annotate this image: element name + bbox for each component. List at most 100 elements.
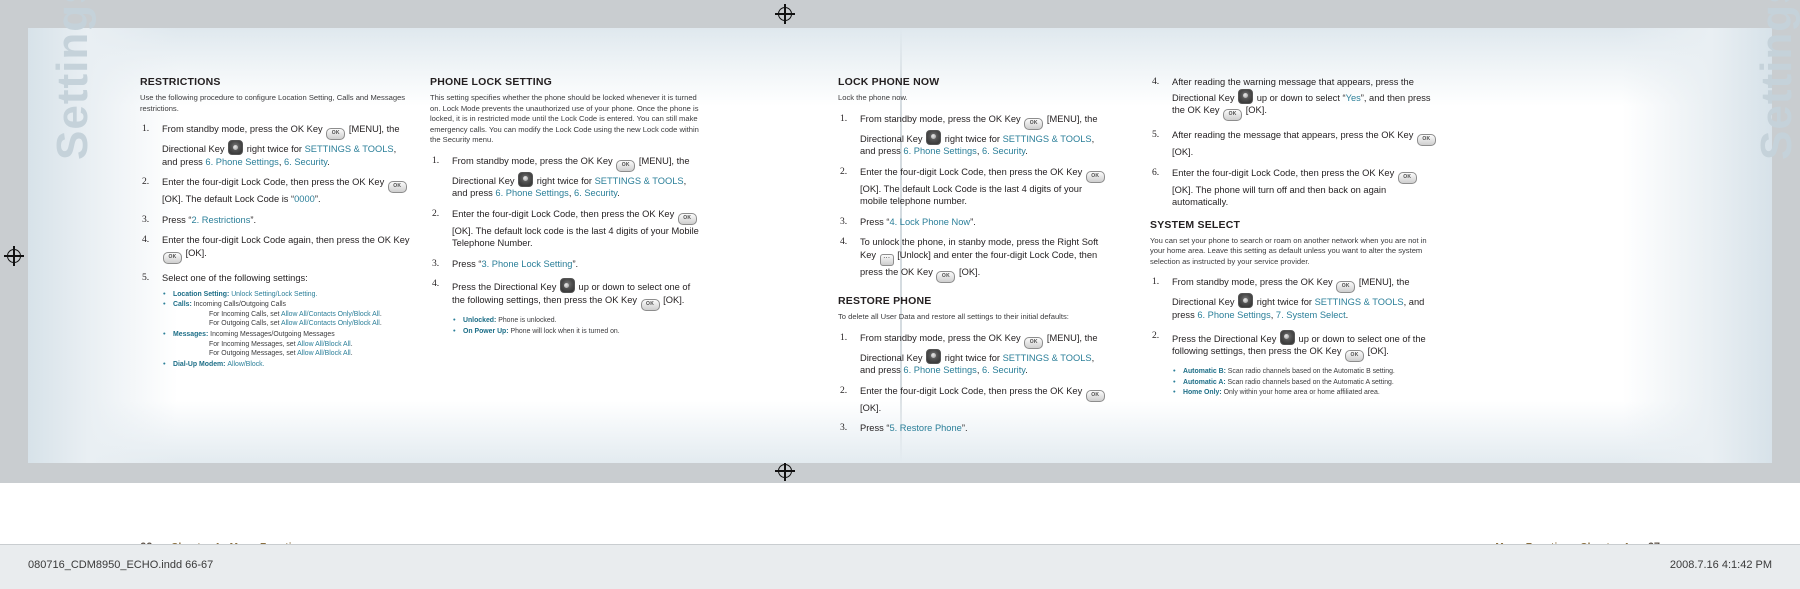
directional-key-icon bbox=[1238, 293, 1254, 309]
ok-key-icon: OK bbox=[1416, 134, 1436, 147]
sub-option-item: Unlocked: Phone is unlocked. bbox=[452, 315, 702, 326]
ok-key-icon: OK bbox=[387, 181, 407, 194]
sub-option-item: Location Setting: Unlock Setting/Lock Se… bbox=[162, 289, 412, 300]
slug-timestamp: 2008.7.16 4:1:42 PM bbox=[1669, 559, 1772, 571]
step-item: Press “5. Restore Phone”. bbox=[840, 422, 968, 434]
crop-bar-bottom bbox=[0, 463, 1800, 483]
heading-restrictions: RESTRICTIONS bbox=[140, 76, 221, 88]
sub-option-label: Location Setting: bbox=[173, 290, 232, 298]
directional-key-icon bbox=[1279, 329, 1295, 345]
step-item: From standby mode, press the OK Key OK [… bbox=[840, 113, 1098, 157]
step-item: 4. After reading the warning message that… bbox=[1150, 76, 1440, 122]
sub-option-value: Phone is unlocked. bbox=[498, 317, 557, 325]
heading-phone-lock-setting: PHONE LOCK SETTING bbox=[430, 76, 553, 88]
registration-mark-bottom bbox=[775, 461, 795, 481]
sub-option-value: Allow/Block. bbox=[227, 360, 265, 368]
inline-menu-path: 7. System Select bbox=[1275, 310, 1346, 321]
steps-phone-lock-setting: From standby mode, press the OK Key OK [… bbox=[430, 155, 702, 337]
sub-option-item: Messages: Incoming Messages/Outgoing Mes… bbox=[162, 329, 412, 359]
directional-key-icon bbox=[559, 278, 575, 294]
step-item: Press “2. Restrictions”. bbox=[142, 214, 257, 226]
inline-menu-path: 6. Phone Settings bbox=[205, 156, 279, 167]
page-spread: Settings Settings RESTRICTIONS Use the f… bbox=[0, 0, 1800, 589]
step-item: Enter the four-digit Lock Code, then pre… bbox=[838, 166, 1110, 208]
watermark-settings-left: Settings bbox=[48, 0, 97, 160]
step-number: 4. bbox=[1152, 76, 1160, 87]
step-item: Enter the four-digit Lock Code again, th… bbox=[140, 234, 412, 264]
sub-option-detail-values: Allow All/Block All bbox=[297, 340, 351, 348]
directional-key-icon bbox=[926, 129, 942, 145]
registration-mark-top bbox=[775, 4, 795, 24]
directional-key-icon bbox=[228, 140, 244, 155]
step-number: 6. bbox=[1152, 166, 1160, 178]
sub-option-label: Messages: bbox=[173, 330, 211, 338]
step-number: 5. bbox=[1152, 129, 1160, 141]
heading-lock-phone-now: LOCK PHONE NOW bbox=[838, 76, 940, 88]
ok-key-icon: OK bbox=[1336, 281, 1356, 294]
inline-menu-option: 3. Phone Lock Setting bbox=[481, 258, 573, 269]
inline-menu-path: SETTINGS & TOOLS bbox=[1002, 133, 1092, 144]
heading-restore-phone: RESTORE PHONE bbox=[838, 295, 932, 308]
step-item: From standby mode, press the OK Key OK [… bbox=[840, 332, 1098, 376]
directional-key-icon bbox=[926, 348, 942, 364]
sub-option-detail: For Outgoing Messages, set Allow All/Blo… bbox=[209, 350, 353, 358]
step-item: From standby mode, press the OK Key OK [… bbox=[142, 123, 400, 167]
sub-option-detail: For Outgoing Calls, set Allow All/Contac… bbox=[209, 320, 382, 328]
column-phone-lock-setting: PHONE LOCK SETTING This setting specifie… bbox=[430, 76, 702, 344]
ok-key-icon: OK bbox=[1085, 170, 1105, 183]
sub-option-item: Dial-Up Modem: Allow/Block. bbox=[162, 359, 412, 370]
steps-restore-phone-continued: 4. After reading the warning message that… bbox=[1150, 76, 1440, 209]
inline-menu-path: 6. Security bbox=[982, 365, 1026, 376]
column-restrictions: RESTRICTIONS Use the following procedure… bbox=[140, 76, 412, 377]
sub-option-value: Unlock Setting/Lock Setting. bbox=[231, 290, 318, 298]
inline-menu-path: 6. Phone Settings bbox=[495, 188, 569, 199]
sub-option-detail-values: Allow All/Block All bbox=[297, 350, 351, 358]
step-item: Press the Directional Key up or down to … bbox=[1150, 329, 1440, 398]
right-soft-key-icon: ⋯ bbox=[879, 254, 894, 267]
inline-menu-path: SETTINGS & TOOLS bbox=[1314, 297, 1404, 308]
decor-band-right bbox=[1622, 28, 1772, 463]
ok-key-icon: OK bbox=[1024, 117, 1044, 130]
ok-key-icon: OK bbox=[1024, 336, 1044, 349]
sub-option-label: Unlocked: bbox=[463, 317, 499, 325]
sub-option-detail: For Incoming Calls, set Allow All/Contac… bbox=[209, 310, 382, 318]
ok-key-icon: OK bbox=[163, 251, 182, 264]
crop-bar-top bbox=[0, 0, 1800, 28]
inline-menu-option: 0000 bbox=[294, 194, 315, 205]
directional-key-icon bbox=[518, 171, 534, 187]
sub-option-list: Location Setting: Unlock Setting/Lock Se… bbox=[162, 289, 412, 370]
watermark-settings-right: Settings bbox=[1752, 0, 1800, 160]
ok-key-icon: OK bbox=[640, 299, 660, 312]
step-item: Enter the four-digit Lock Code, then pre… bbox=[838, 385, 1110, 415]
directional-key-icon bbox=[1238, 88, 1254, 104]
sub-option-value: Incoming Messages/Outgoing Messages bbox=[210, 330, 335, 338]
inline-menu-path: 6. Security bbox=[982, 146, 1026, 157]
sub-option-value: Phone will lock when it is turned on. bbox=[510, 327, 620, 335]
sub-option-value: Scan radio channels based on the Automat… bbox=[1227, 368, 1395, 376]
sub-option-label: Calls: bbox=[173, 301, 194, 309]
step-item: Press “3. Phone Lock Setting”. bbox=[432, 258, 579, 270]
sub-option-value: Only within your home area or home affil… bbox=[1223, 389, 1380, 397]
step-item: From standby mode, press the OK Key OK [… bbox=[1152, 276, 1425, 321]
sub-option-item: Home Only: Only within your home area or… bbox=[1172, 387, 1440, 398]
step-item: Enter the four-digit Lock Code, then pre… bbox=[432, 208, 699, 249]
column-lock-phone-now: LOCK PHONE NOW Lock the phone now. From … bbox=[838, 76, 1110, 443]
sub-option-list: Unlocked: Phone is unlocked.On Power Up:… bbox=[452, 315, 702, 336]
sub-option-detail: For Incoming Messages, set Allow All/Blo… bbox=[209, 340, 353, 348]
sub-option-detail-values: Allow All/Contacts Only/Block All bbox=[281, 310, 380, 318]
inline-menu-path: 6. Phone Settings bbox=[903, 146, 977, 157]
inline-menu-option: 4. Lock Phone Now bbox=[889, 216, 971, 227]
steps-restore-phone: From standby mode, press the OK Key OK [… bbox=[838, 332, 1110, 435]
inline-menu-path: SETTINGS & TOOLS bbox=[304, 144, 394, 154]
sub-option-item: Calls: Incoming Calls/Outgoing CallsFor … bbox=[162, 299, 412, 329]
sub-option-value: Scan radio channels based on the Automat… bbox=[1227, 378, 1394, 386]
step-item: Enter the four-digit Lock Code, then pre… bbox=[140, 176, 412, 206]
inline-menu-path: 6. Phone Settings bbox=[903, 365, 977, 376]
ok-key-icon: OK bbox=[326, 128, 346, 140]
step-item: Select one of the following settings:Loc… bbox=[140, 272, 412, 369]
inline-menu-option: 2. Restrictions bbox=[191, 214, 251, 225]
ok-key-icon: OK bbox=[1085, 389, 1105, 402]
ok-key-icon: OK bbox=[1345, 350, 1365, 363]
sub-option-label: On Power Up: bbox=[463, 327, 511, 335]
heading-system-select: SYSTEM SELECT bbox=[1150, 218, 1241, 231]
